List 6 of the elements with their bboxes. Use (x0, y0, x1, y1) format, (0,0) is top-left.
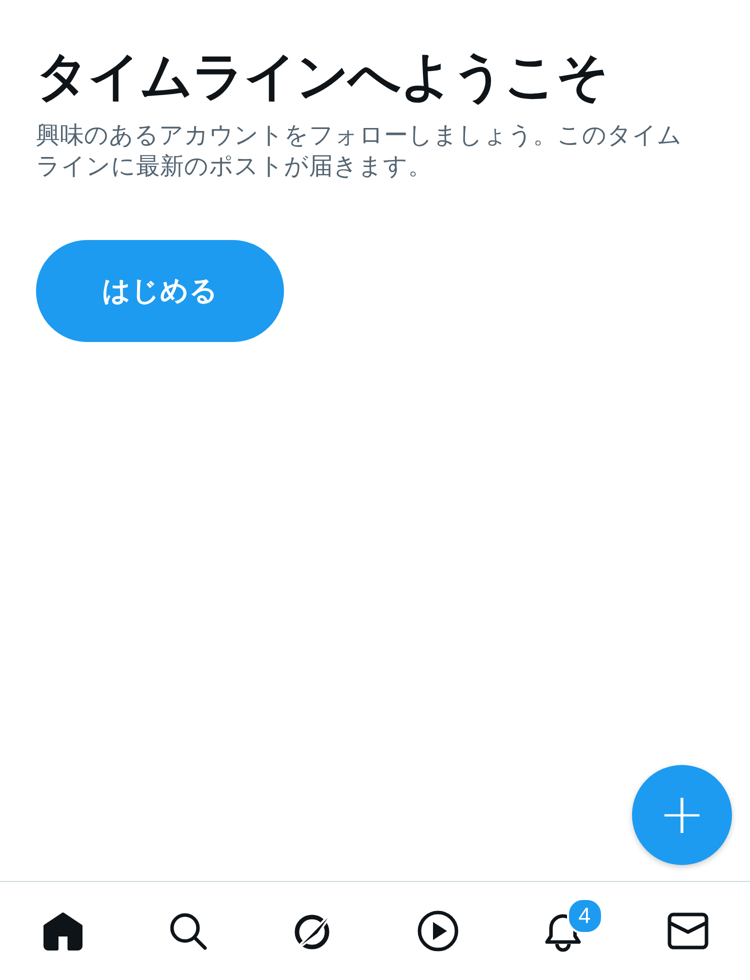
start-button[interactable]: はじめる (36, 240, 284, 342)
nav-tab[interactable]: 4 (500, 882, 625, 980)
notification-count: 4 (566, 898, 602, 934)
welcome-title: タイムラインへようこそ (36, 46, 609, 109)
compose-button[interactable]: + (632, 765, 732, 865)
welcome-description: 興味のあるアカウントをフォローしましょう。このタイムラインに最新のポストが届きます。 (36, 120, 683, 182)
